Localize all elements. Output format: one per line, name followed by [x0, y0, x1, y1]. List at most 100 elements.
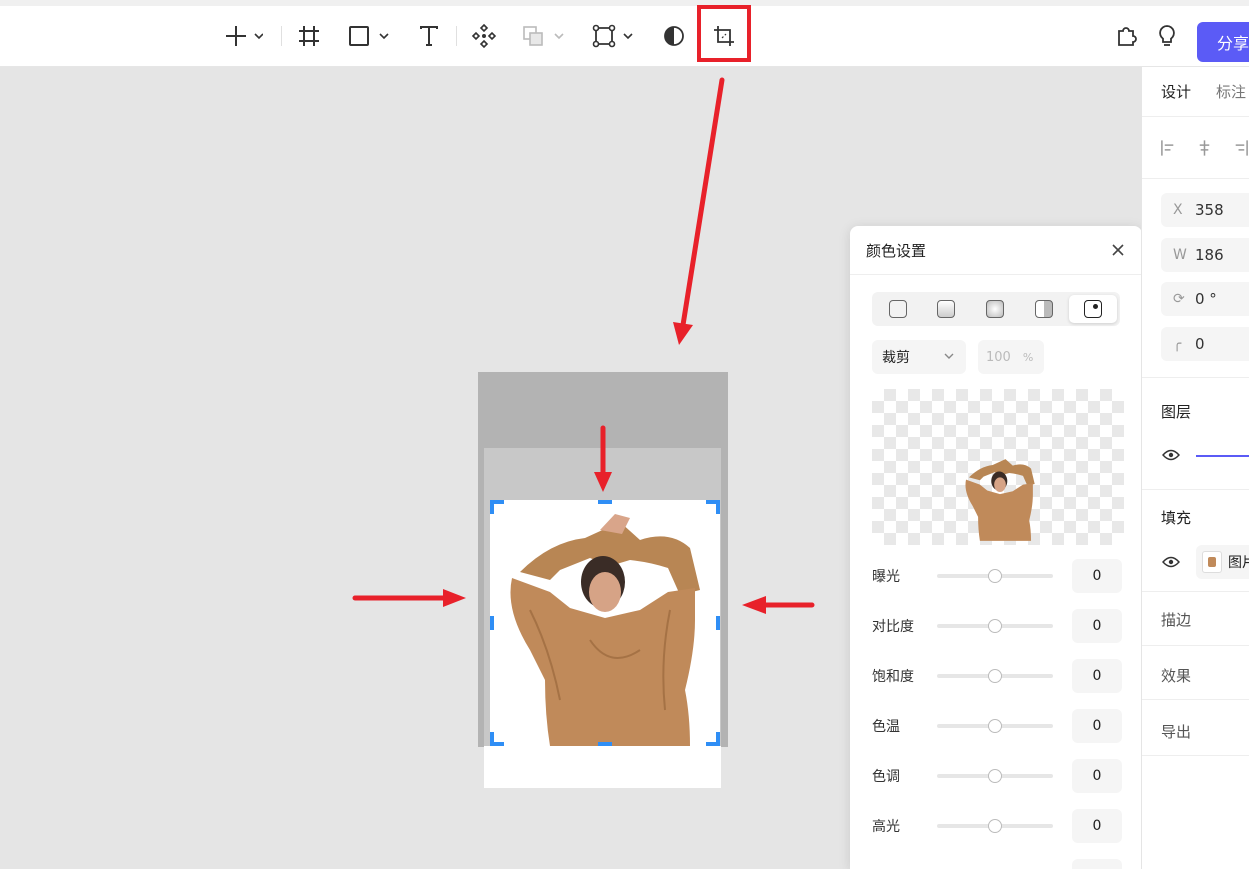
- rotate-icon: ⟳: [1173, 291, 1185, 307]
- component-tool-button[interactable]: [470, 18, 498, 54]
- toolbar-divider: [456, 26, 457, 46]
- adjust-slider[interactable]: [937, 819, 1053, 833]
- insert-menu-button[interactable]: [220, 18, 266, 54]
- adjust-label: 对比度: [872, 619, 914, 635]
- corner-radius-icon: ╭: [1173, 336, 1182, 352]
- image-preview: [872, 389, 1124, 545]
- rotation-value: 0 °: [1195, 290, 1217, 308]
- slider-knob[interactable]: [988, 719, 1002, 733]
- tab-annotate[interactable]: 标注: [1216, 81, 1246, 102]
- selection-handle-left[interactable]: [490, 616, 494, 630]
- adjust-value-field[interactable]: 0: [1072, 809, 1122, 843]
- share-button[interactable]: 分享: [1197, 22, 1249, 62]
- adjust-row-contrast: 对比度 0: [872, 609, 1122, 643]
- boolean-tool-button[interactable]: [521, 18, 567, 54]
- mode-crop-button[interactable]: [1069, 295, 1117, 323]
- divider: [1142, 377, 1249, 378]
- close-icon[interactable]: [1110, 242, 1126, 258]
- canvas-frame-bottom: [484, 746, 721, 788]
- align-right-icon[interactable]: [1230, 139, 1249, 157]
- corner-radius-field[interactable]: ╭ 0: [1161, 327, 1249, 361]
- chevron-down-icon: [944, 353, 954, 359]
- fill-item[interactable]: 图片: [1196, 545, 1249, 579]
- stroke-section-title[interactable]: 描边: [1142, 609, 1249, 630]
- selection-handle-bottom[interactable]: [598, 742, 612, 746]
- slider-knob[interactable]: [988, 769, 1002, 783]
- adjust-slider[interactable]: [937, 669, 1053, 683]
- selection-handle-right[interactable]: [716, 616, 720, 630]
- vector-path-icon: [592, 24, 633, 48]
- adjust-value-field[interactable]: 0: [1072, 709, 1122, 743]
- eye-icon[interactable]: [1162, 556, 1180, 568]
- plugin-icon: [1118, 27, 1137, 46]
- effect-section-title[interactable]: 效果: [1142, 665, 1249, 686]
- frame-icon: [299, 26, 319, 46]
- slider-knob[interactable]: [988, 669, 1002, 683]
- selection-handle-top[interactable]: [598, 500, 612, 504]
- rotation-field[interactable]: ⟳ 0 °: [1161, 282, 1249, 316]
- adjust-slider[interactable]: [937, 769, 1053, 783]
- mode-fit-button[interactable]: [922, 295, 970, 323]
- dialog-header: 颜色设置: [850, 226, 1142, 275]
- scale-percent-field[interactable]: 100 %: [978, 340, 1044, 374]
- mode-tile-button[interactable]: [1020, 295, 1068, 323]
- vector-tool-button[interactable]: [591, 18, 637, 54]
- image-mode-dropdown[interactable]: 裁剪: [872, 340, 966, 374]
- square-outline-icon: [889, 300, 907, 318]
- selected-image[interactable]: [490, 500, 720, 746]
- crop-tool-highlight: [697, 5, 751, 62]
- adjust-row-tint: 色调 0: [872, 759, 1122, 793]
- adjust-slider[interactable]: [937, 619, 1053, 633]
- tab-design[interactable]: 设计: [1161, 81, 1191, 102]
- align-left-icon[interactable]: [1160, 139, 1179, 157]
- w-value: 186: [1195, 246, 1224, 264]
- adjust-value-field[interactable]: 0: [1072, 759, 1122, 793]
- fill-section-title: 填充: [1161, 509, 1192, 527]
- frame-tool-button[interactable]: [296, 18, 322, 54]
- adjust-row-saturation: 饱和度 0: [872, 659, 1122, 693]
- slider-knob[interactable]: [988, 569, 1002, 583]
- plus-icon: [226, 26, 263, 46]
- slider-knob[interactable]: [988, 819, 1002, 833]
- divider: [1142, 489, 1249, 490]
- design-panel: 设计 标注 X 358 W 186 ⟳ 0 ° ╭ 0 图层 填充 图片 描边 …: [1141, 67, 1249, 869]
- image-mode-value: 裁剪: [882, 350, 910, 366]
- adjust-label: 高光: [872, 819, 900, 835]
- scale-percent-value: 100: [986, 349, 1011, 365]
- plugin-button[interactable]: [1114, 18, 1140, 54]
- selection-handle-top-left-vertical[interactable]: [490, 500, 494, 514]
- width-field[interactable]: W 186: [1161, 238, 1249, 272]
- contrast-icon: [664, 26, 684, 46]
- x-position-field[interactable]: X 358: [1161, 193, 1249, 227]
- adjust-label: 色调: [872, 769, 900, 785]
- top-toolbar: 分享: [0, 0, 1249, 67]
- export-section-title[interactable]: 导出: [1142, 721, 1249, 742]
- slider-knob[interactable]: [988, 619, 1002, 633]
- adjust-slider[interactable]: [937, 719, 1053, 733]
- adjust-row-temperature: 色温 0: [872, 709, 1122, 743]
- adjust-value-field[interactable]: 0: [1072, 559, 1122, 593]
- adjust-value-field[interactable]: 0: [1072, 609, 1122, 643]
- adjust-value-field-partial: [1072, 859, 1122, 869]
- adjust-label: 饱和度: [872, 669, 914, 685]
- selection-handle-top-right-vertical[interactable]: [716, 500, 720, 514]
- fill-mode-selector: [872, 292, 1120, 326]
- adjust-value-field[interactable]: 0: [1072, 659, 1122, 693]
- mode-stretch-button[interactable]: [971, 295, 1019, 323]
- selection-handle-bottom-right-vertical[interactable]: [716, 732, 720, 746]
- lightbulb-icon: [1159, 25, 1175, 46]
- selection-handle-bottom-left-vertical[interactable]: [490, 732, 494, 746]
- align-center-icon[interactable]: [1195, 139, 1214, 157]
- preview-photo: [965, 459, 1035, 541]
- shape-tool-button[interactable]: [346, 18, 392, 54]
- mode-fill-button[interactable]: [874, 295, 922, 323]
- opacity-slider[interactable]: [1196, 455, 1249, 457]
- eye-icon[interactable]: [1162, 449, 1180, 461]
- align-toolbar: [1142, 117, 1249, 179]
- adjust-slider[interactable]: [937, 569, 1053, 583]
- divider: [1142, 755, 1249, 756]
- color-settings-dialog: 颜色设置 裁剪 100 % 曝光 0 对比度 0 饱和度 0 色温 0 色调 0…: [850, 226, 1142, 869]
- tips-button[interactable]: [1155, 18, 1179, 54]
- mask-tool-button[interactable]: [662, 18, 686, 54]
- text-tool-button[interactable]: [416, 18, 442, 54]
